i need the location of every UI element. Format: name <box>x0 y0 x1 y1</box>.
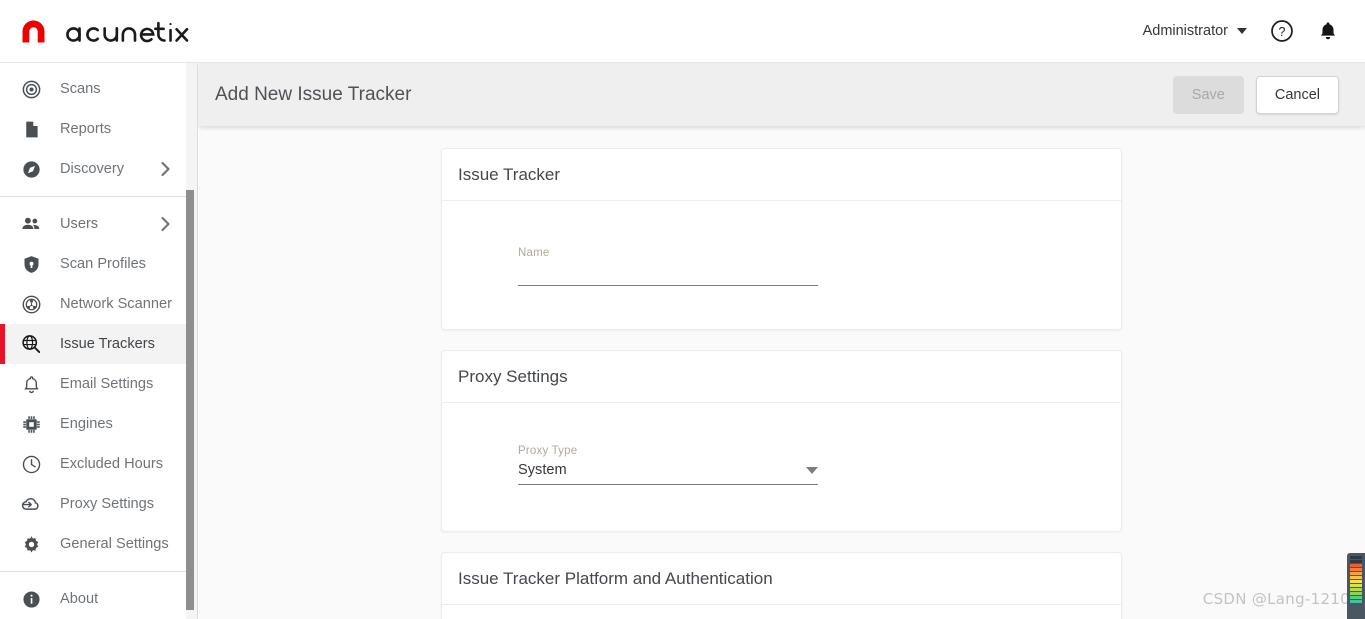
help-circle-icon: ? <box>1271 20 1293 42</box>
sidebar-scroll-content: Scans Reports Discovery Users Scan Profi… <box>0 63 197 619</box>
sidebar-item-proxy-settings[interactable]: Proxy Settings <box>0 484 197 524</box>
users-icon <box>18 211 44 237</box>
sidebar: Scans Reports Discovery Users Scan Profi… <box>0 63 198 619</box>
sidebar-item-label: Issue Trackers <box>60 336 155 352</box>
network-scanner-icon <box>18 291 44 317</box>
card-body-issue-tracker: Name <box>442 201 1121 330</box>
chevron-right-icon <box>159 216 172 232</box>
chevron-down-icon <box>1237 28 1247 34</box>
clock-icon <box>18 451 44 477</box>
help-button[interactable]: ? <box>1269 18 1295 44</box>
card-body-platform-auth <box>442 605 1121 619</box>
corner-color-widget[interactable] <box>1347 553 1365 619</box>
sidebar-item-users[interactable]: Users <box>0 204 197 244</box>
cancel-button[interactable]: Cancel <box>1255 75 1339 114</box>
gear-icon <box>18 531 44 557</box>
card-title-proxy-settings: Proxy Settings <box>442 351 1121 403</box>
sidebar-item-reports[interactable]: Reports <box>0 109 197 149</box>
scans-target-icon <box>18 76 44 102</box>
proxy-type-select[interactable]: System <box>518 462 818 485</box>
top-bar: Administrator ? <box>0 0 1365 63</box>
chevron-right-icon <box>159 161 172 177</box>
cloud-proxy-icon <box>18 491 44 517</box>
name-input[interactable] <box>518 264 818 286</box>
sidebar-item-label: Discovery <box>60 161 125 177</box>
main-content: Issue Tracker Name Proxy Settings Proxy … <box>199 126 1365 619</box>
top-bar-actions: Administrator ? <box>1143 18 1339 44</box>
sidebar-item-about[interactable]: About <box>0 579 197 619</box>
svg-text:?: ? <box>1279 25 1286 39</box>
info-icon <box>18 586 44 612</box>
sidebar-item-label: General Settings <box>60 536 169 552</box>
sidebar-item-label: Network Scanner <box>60 296 172 312</box>
sidebar-item-issue-trackers[interactable]: Issue Trackers <box>0 324 197 364</box>
card-title-platform-auth: Issue Tracker Platform and Authenticatio… <box>442 553 1121 605</box>
sidebar-item-label: Email Settings <box>60 376 154 392</box>
document-icon <box>18 116 44 142</box>
proxy-type-field-wrapper: Proxy Type System <box>518 445 818 485</box>
sidebar-scrollbar-track[interactable] <box>186 63 197 619</box>
page-header: Add New Issue Tracker Save Cancel <box>199 63 1365 126</box>
page-title: Add New Issue Tracker <box>215 83 412 105</box>
sidebar-item-label: Users <box>60 216 99 232</box>
sidebar-scrollbar-thumb[interactable] <box>186 190 194 610</box>
sidebar-item-label: Engines <box>60 416 113 432</box>
sidebar-item-discovery[interactable]: Discovery <box>0 149 197 189</box>
issue-tracker-icon <box>18 331 44 357</box>
sidebar-divider <box>0 196 197 197</box>
sidebar-divider <box>0 571 197 572</box>
card-issue-tracker: Issue Tracker Name <box>441 148 1122 330</box>
shield-icon <box>18 251 44 277</box>
card-body-proxy-settings: Proxy Type System <box>442 403 1121 532</box>
sidebar-item-scan-profiles[interactable]: Scan Profiles <box>0 244 197 284</box>
acunetix-logo-icon <box>22 20 45 42</box>
sidebar-item-network-scanner[interactable]: Network Scanner <box>0 284 197 324</box>
acunetix-wordmark <box>66 21 189 43</box>
user-menu-label: Administrator <box>1142 23 1228 39</box>
app-root: Administrator ? Scans Reports Discovery … <box>0 0 1365 619</box>
sidebar-item-label: About <box>60 591 99 607</box>
proxy-type-label: Proxy Type <box>518 445 578 457</box>
sidebar-item-label: Reports <box>60 121 112 137</box>
card-platform-auth: Issue Tracker Platform and Authenticatio… <box>441 552 1122 619</box>
save-button[interactable]: Save <box>1172 75 1244 114</box>
bell-icon <box>1321 22 1335 40</box>
sidebar-item-label: Proxy Settings <box>60 496 155 512</box>
page-header-actions: Save Cancel <box>1172 75 1339 114</box>
sidebar-item-general-settings[interactable]: General Settings <box>0 524 197 564</box>
user-menu[interactable]: Administrator <box>1143 23 1247 39</box>
chevron-down-icon <box>806 467 818 474</box>
compass-icon <box>18 156 44 182</box>
proxy-type-value: System <box>518 462 567 478</box>
name-field-label: Name <box>518 247 550 259</box>
card-title-issue-tracker: Issue Tracker <box>442 149 1121 201</box>
sidebar-item-engines[interactable]: Engines <box>0 404 197 444</box>
sidebar-item-excluded-hours[interactable]: Excluded Hours <box>0 444 197 484</box>
sidebar-item-email-settings[interactable]: Email Settings <box>0 364 197 404</box>
chip-icon <box>18 411 44 437</box>
notifications-button[interactable] <box>1317 19 1339 43</box>
sidebar-item-scans[interactable]: Scans <box>0 69 197 109</box>
watermark-text: CSDN @Lang-1210 <box>1202 590 1350 608</box>
brand-logo[interactable] <box>20 18 201 45</box>
sidebar-item-label: Scan Profiles <box>60 256 146 272</box>
sidebar-item-label: Scans <box>60 81 101 97</box>
bell-outline-icon <box>18 371 44 397</box>
card-proxy-settings: Proxy Settings Proxy Type System <box>441 350 1122 532</box>
name-field-wrapper: Name <box>518 247 818 286</box>
sidebar-item-label: Excluded Hours <box>60 456 164 472</box>
